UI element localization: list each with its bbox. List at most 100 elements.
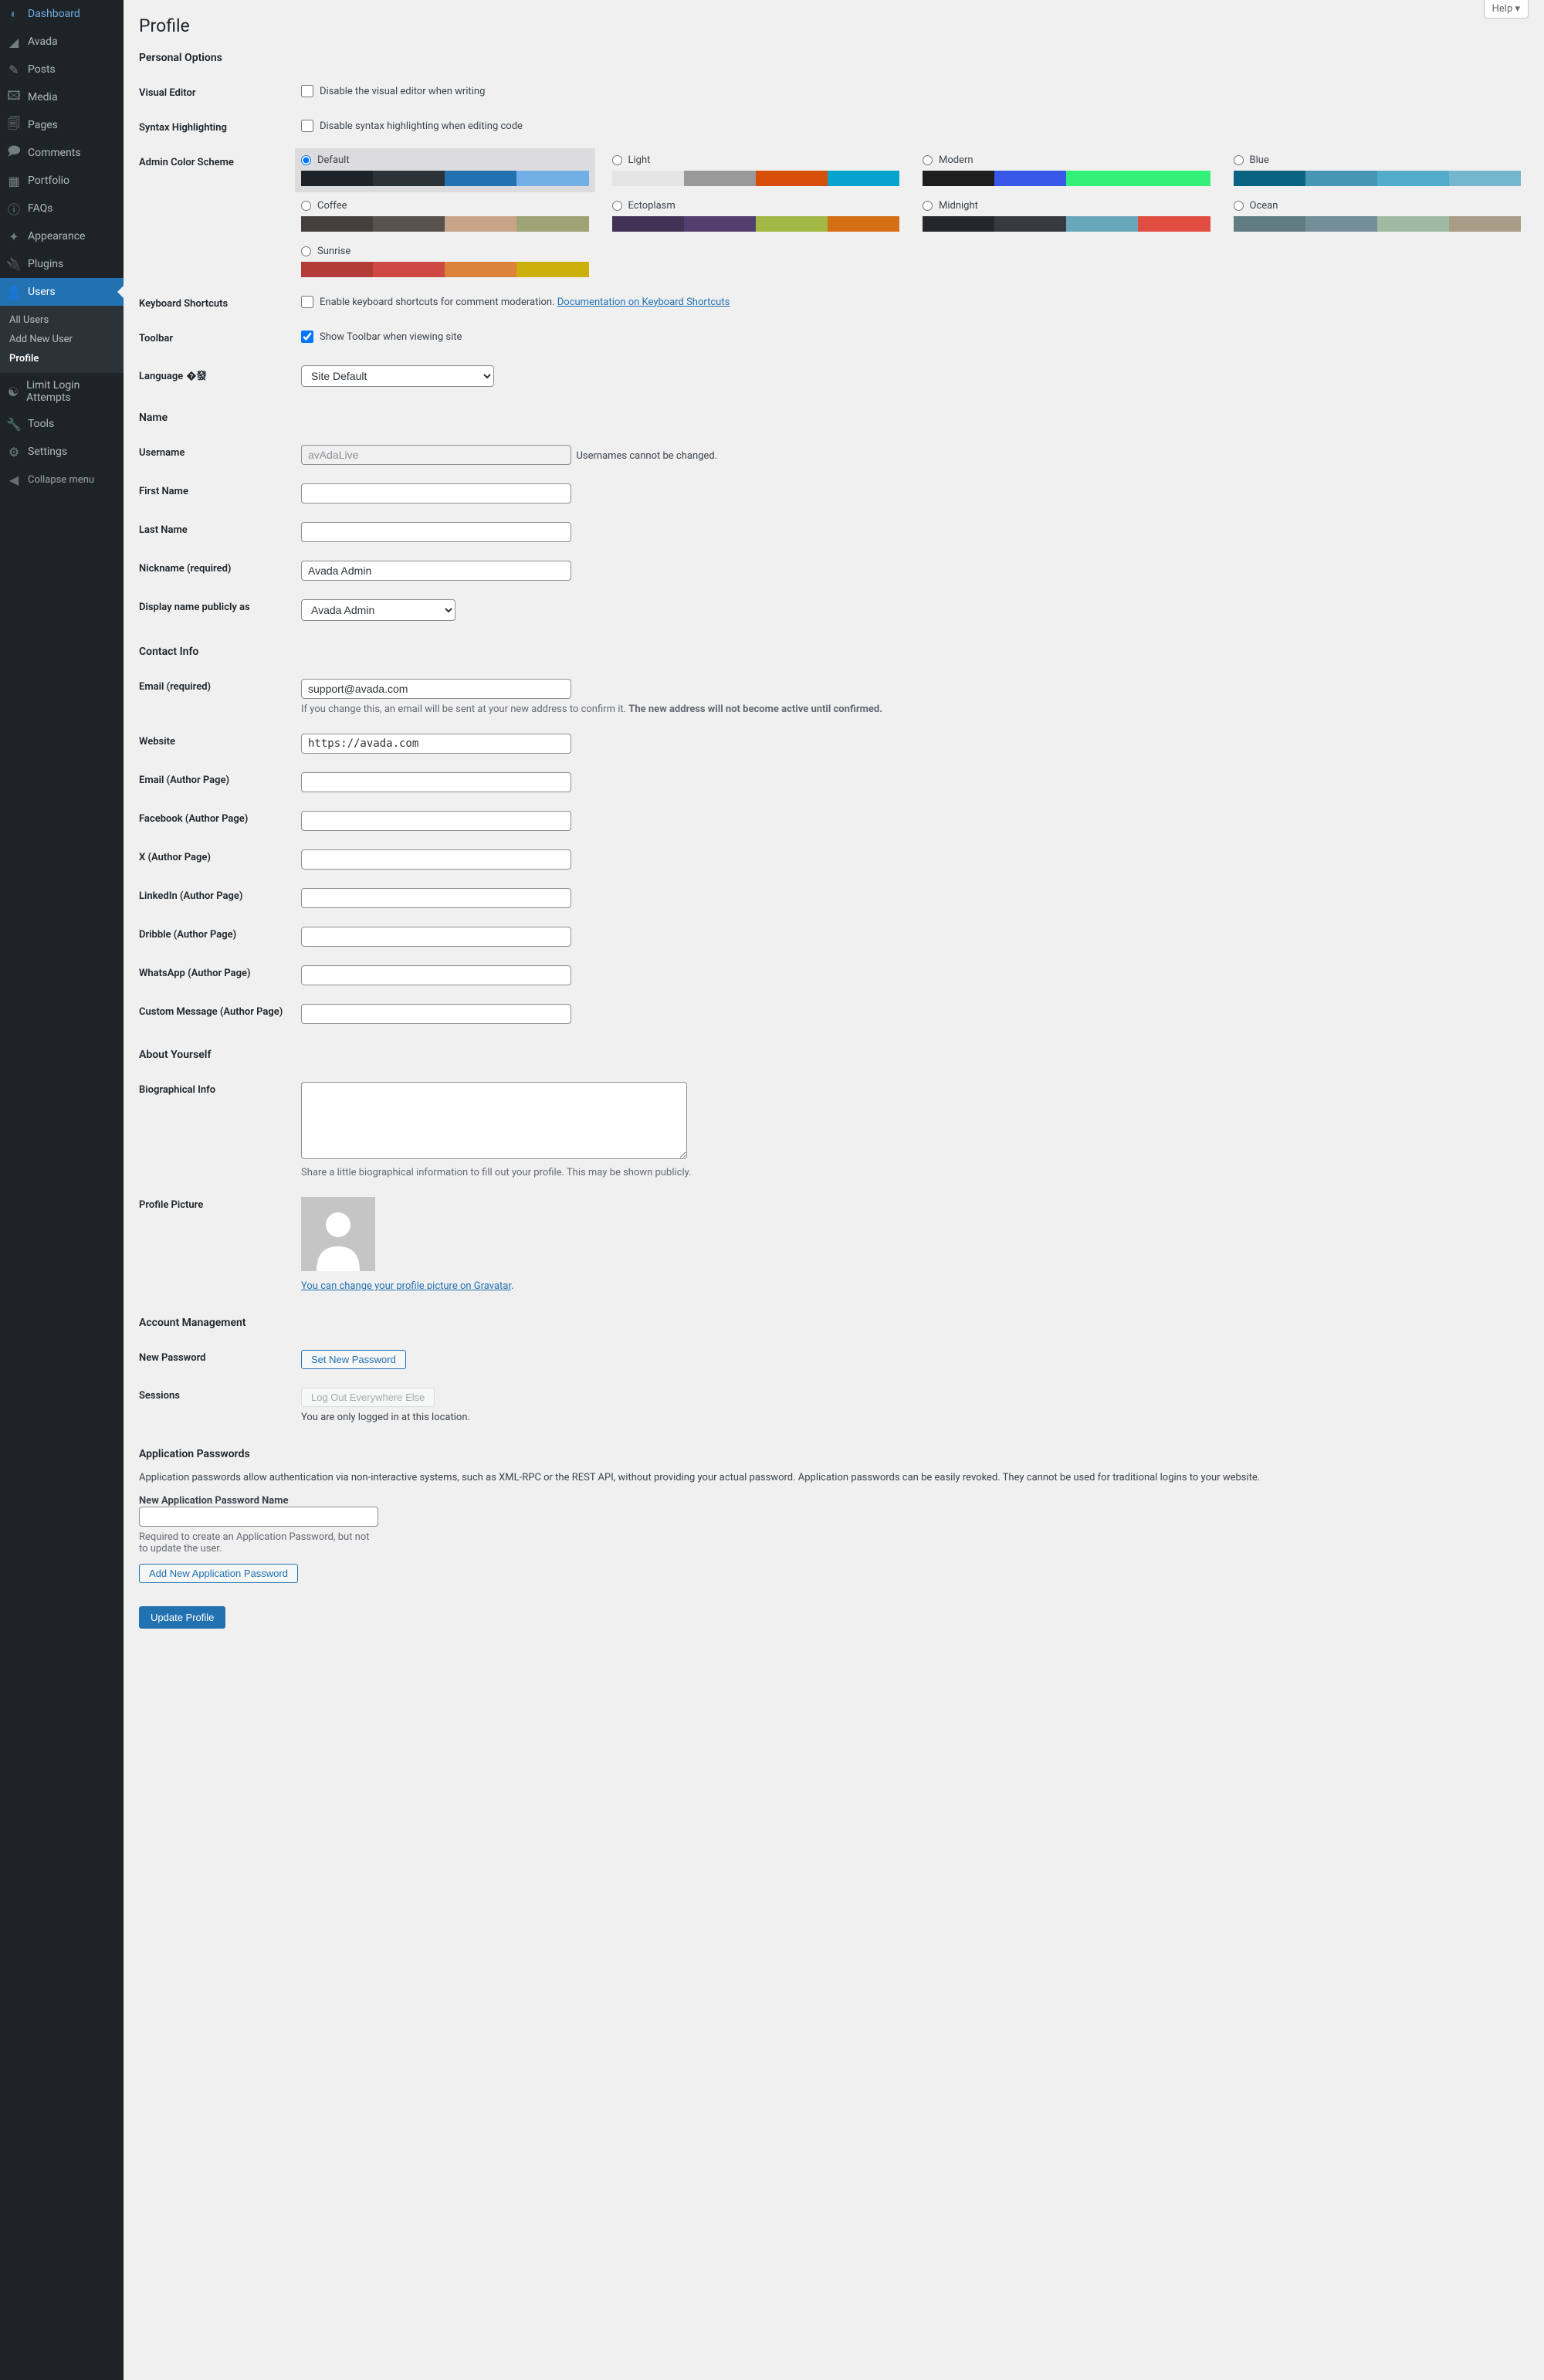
color-scheme-coffee[interactable]: Coffee bbox=[301, 200, 589, 232]
menu-icon: 🗐 bbox=[6, 117, 22, 133]
menu-icon: 🗩 bbox=[6, 145, 22, 161]
sidebar-item-appearance[interactable]: ✦ Appearance bbox=[0, 222, 124, 250]
dribble-input[interactable] bbox=[301, 927, 571, 947]
section-account: Account Management bbox=[139, 1317, 1529, 1329]
sidebar-item-faqs[interactable]: ⓘFAQs bbox=[0, 195, 124, 222]
logout-everywhere-button[interactable]: Log Out Everywhere Else bbox=[301, 1388, 435, 1407]
menu-label: Plugins bbox=[28, 258, 63, 270]
sidebar-item-tools[interactable]: 🔧Tools bbox=[0, 410, 124, 438]
keyboard-doc-link[interactable]: Documentation on Keyboard Shortcuts bbox=[557, 297, 730, 308]
scheme-radio[interactable] bbox=[923, 201, 933, 211]
display-name-select[interactable]: Avada Admin bbox=[301, 599, 455, 621]
menu-label: Users bbox=[28, 286, 56, 298]
sidebar-item-comments[interactable]: 🗩Comments bbox=[0, 139, 124, 167]
sidebar-item-settings[interactable]: ⚙Settings bbox=[0, 438, 124, 466]
menu-icon: ✦ bbox=[6, 229, 22, 244]
scheme-name: Midnight bbox=[939, 200, 978, 212]
submenu-item-add-new-user[interactable]: Add New User bbox=[0, 330, 124, 349]
scheme-radio[interactable] bbox=[301, 201, 311, 211]
menu-icon: ☯ bbox=[6, 384, 20, 399]
scheme-name: Blue bbox=[1250, 154, 1269, 166]
scheme-radio[interactable] bbox=[923, 155, 933, 165]
syntax-checkbox[interactable] bbox=[301, 120, 313, 132]
update-profile-button[interactable]: Update Profile bbox=[139, 1606, 225, 1629]
add-app-password-button[interactable]: Add New Application Password bbox=[139, 1564, 298, 1583]
scheme-radio[interactable] bbox=[612, 201, 622, 211]
email-input[interactable] bbox=[301, 679, 571, 699]
language-select[interactable]: Site Default bbox=[301, 365, 494, 387]
linkedin-input[interactable] bbox=[301, 888, 571, 908]
sidebar-item-limit-login-attempts[interactable]: ☯Limit Login Attempts bbox=[0, 373, 124, 410]
custom-msg-label: Custom Message (Author Page) bbox=[139, 995, 293, 1033]
scheme-radio[interactable] bbox=[301, 155, 311, 165]
main-content: Help ▾ Profile Personal Options Visual E… bbox=[124, 0, 1544, 2380]
menu-icon: 🔧 bbox=[6, 416, 22, 432]
color-scheme-ocean[interactable]: Ocean bbox=[1234, 200, 1522, 232]
color-scheme-default[interactable]: Default bbox=[295, 148, 595, 192]
menu-label: Dashboard bbox=[28, 8, 80, 20]
collapse-label: Collapse menu bbox=[28, 474, 94, 486]
color-scheme-sunrise[interactable]: Sunrise bbox=[301, 246, 589, 277]
whatsapp-input[interactable] bbox=[301, 965, 571, 985]
sidebar-item-media[interactable]: 🖾Media bbox=[0, 83, 124, 111]
menu-label: Appearance bbox=[28, 230, 85, 242]
scheme-radio[interactable] bbox=[1234, 201, 1244, 211]
sidebar-item-pages[interactable]: 🗐Pages bbox=[0, 111, 124, 139]
keyboard-checkbox[interactable] bbox=[301, 296, 313, 308]
toolbar-checkbox[interactable] bbox=[301, 331, 313, 343]
last-name-input[interactable] bbox=[301, 522, 571, 542]
sidebar-item-plugins[interactable]: 🔌 Plugins bbox=[0, 250, 124, 278]
facebook-input[interactable] bbox=[301, 811, 571, 831]
visual-editor-checkbox[interactable] bbox=[301, 85, 313, 97]
x-label: X (Author Page) bbox=[139, 840, 293, 879]
bio-textarea[interactable] bbox=[301, 1082, 687, 1159]
toolbar-text: Show Toolbar when viewing site bbox=[320, 331, 462, 343]
menu-icon: 🔌 bbox=[6, 256, 22, 272]
x-input[interactable] bbox=[301, 849, 571, 870]
first-name-input[interactable] bbox=[301, 483, 571, 503]
gravatar-link[interactable]: You can change your profile picture on G… bbox=[301, 1280, 511, 1292]
submenu-item-all-users[interactable]: All Users bbox=[0, 310, 124, 330]
dribble-label: Dribble (Author Page) bbox=[139, 917, 293, 956]
sidebar-item-avada[interactable]: ◢Avada bbox=[0, 28, 124, 56]
submenu-item-profile[interactable]: Profile bbox=[0, 349, 124, 368]
linkedin-label: LinkedIn (Author Page) bbox=[139, 879, 293, 917]
color-scheme-modern[interactable]: Modern bbox=[923, 154, 1210, 186]
bio-label: Biographical Info bbox=[139, 1073, 293, 1188]
keyboard-text: Enable keyboard shortcuts for comment mo… bbox=[320, 297, 557, 308]
sidebar-item-dashboard[interactable]: ◐ Dashboard bbox=[0, 0, 124, 28]
color-scheme-ectoplasm[interactable]: Ectoplasm bbox=[612, 200, 900, 232]
set-new-password-button[interactable]: Set New Password bbox=[301, 1350, 406, 1369]
sidebar-item-posts[interactable]: ✎Posts bbox=[0, 56, 124, 83]
custom-msg-input[interactable] bbox=[301, 1004, 571, 1024]
section-personal-options: Personal Options bbox=[139, 52, 1529, 64]
email-author-input[interactable] bbox=[301, 772, 571, 792]
scheme-name: Ectoplasm bbox=[628, 200, 676, 212]
scheme-name: Ocean bbox=[1250, 200, 1278, 212]
menu-label: Portfolio bbox=[28, 175, 69, 187]
sidebar-item-users[interactable]: 👤Users bbox=[0, 278, 124, 306]
sidebar-item-portfolio[interactable]: ▦Portfolio bbox=[0, 167, 124, 195]
scheme-radio[interactable] bbox=[1234, 155, 1244, 165]
nickname-input[interactable] bbox=[301, 561, 571, 581]
help-tab[interactable]: Help ▾ bbox=[1484, 0, 1529, 19]
app-pw-name-input[interactable] bbox=[139, 1507, 378, 1527]
scheme-name: Light bbox=[628, 154, 651, 166]
page-title: Profile bbox=[139, 15, 1529, 36]
color-scheme-grid: DefaultLightModernBlueCoffeeEctoplasmMid… bbox=[301, 154, 1521, 277]
email-label: Email (required) bbox=[139, 670, 293, 724]
email-note2: The new address will not become active u… bbox=[628, 703, 882, 715]
picture-label: Profile Picture bbox=[139, 1188, 293, 1301]
scheme-radio[interactable] bbox=[612, 155, 622, 165]
color-scheme-light[interactable]: Light bbox=[612, 154, 900, 186]
website-input[interactable] bbox=[301, 734, 571, 754]
color-scheme-blue[interactable]: Blue bbox=[1234, 154, 1522, 186]
scheme-radio[interactable] bbox=[301, 246, 311, 256]
website-label: Website bbox=[139, 724, 293, 763]
color-scheme-midnight[interactable]: Midnight bbox=[923, 200, 1210, 232]
section-about: About Yourself bbox=[139, 1049, 1529, 1061]
menu-icon: ◐ bbox=[6, 6, 22, 22]
collapse-menu[interactable]: ◀ Collapse menu bbox=[0, 466, 124, 493]
menu-label: Avada bbox=[28, 36, 58, 48]
keyboard-label: Keyboard Shortcuts bbox=[139, 286, 293, 321]
